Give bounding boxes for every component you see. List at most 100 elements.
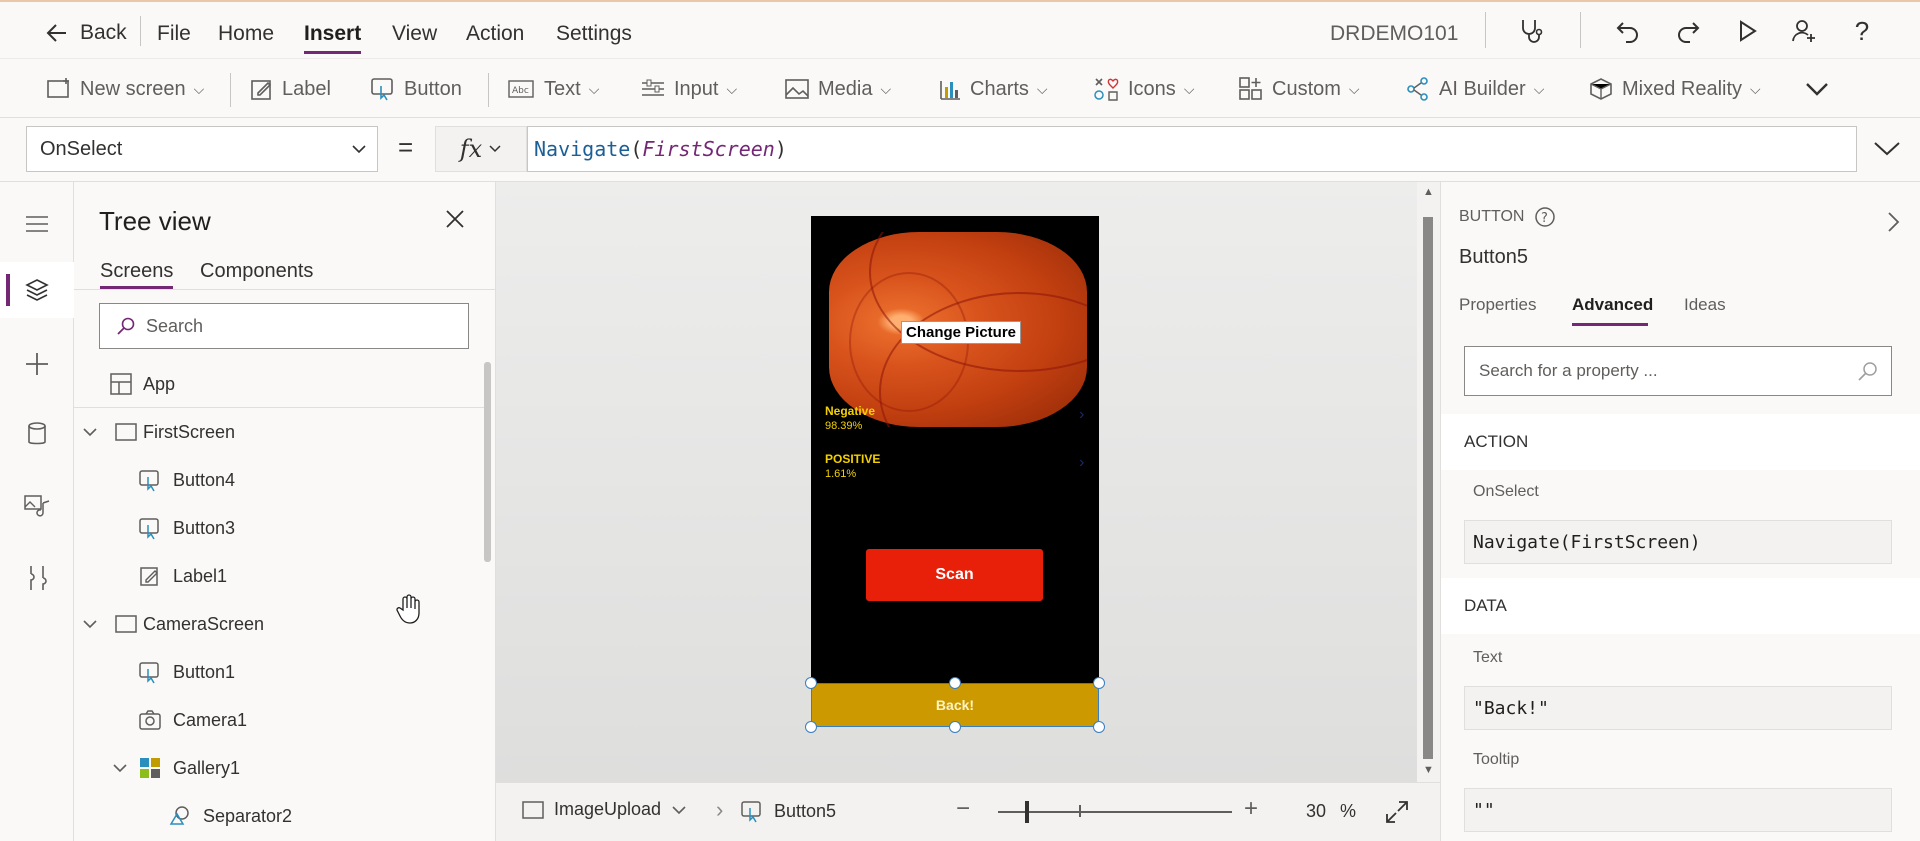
resize-handle[interactable] xyxy=(805,721,817,733)
tree-node-firstscreen[interactable]: FirstScreen xyxy=(74,409,474,455)
tree-node-app[interactable]: App xyxy=(74,361,474,407)
tree-view-layers-icon[interactable] xyxy=(0,262,74,318)
zoom-in-button[interactable]: + xyxy=(1244,795,1258,823)
menu-action[interactable]: Action xyxy=(466,22,524,46)
insert-label-button[interactable]: Label xyxy=(250,73,331,105)
new-screen-button[interactable]: New screen ⌵ xyxy=(46,73,204,105)
zoom-out-button[interactable]: − xyxy=(956,795,970,823)
canvas-vertical-scrollbar[interactable]: ▲ ▼ xyxy=(1417,182,1440,782)
tree-node-button3[interactable]: Button3 xyxy=(74,505,474,551)
undo-icon[interactable] xyxy=(1611,14,1645,48)
tab-properties[interactable]: Properties xyxy=(1459,295,1536,315)
canvas-status-bar: ImageUpload › Button5 − + 30 % xyxy=(496,782,1440,841)
scroll-up-icon[interactable]: ▲ xyxy=(1423,186,1434,198)
chevron-down-icon[interactable] xyxy=(82,618,98,630)
close-tree-view-button[interactable] xyxy=(444,208,466,235)
play-preview-icon[interactable] xyxy=(1730,14,1764,48)
tree-scrollbar[interactable] xyxy=(484,362,491,562)
menu-home[interactable]: Home xyxy=(218,22,274,46)
fx-function-button[interactable]: fx xyxy=(435,126,527,172)
insert-button-button[interactable]: Button xyxy=(370,73,462,105)
resize-handle[interactable] xyxy=(1093,721,1105,733)
back-button[interactable]: Back xyxy=(44,20,127,46)
control-name[interactable]: Button5 xyxy=(1459,246,1528,269)
scrollbar-thumb[interactable] xyxy=(1423,217,1433,759)
input-menu-button[interactable]: Input ⌵ xyxy=(640,73,737,105)
share-user-icon[interactable] xyxy=(1787,14,1821,48)
tree-node-label1[interactable]: Label1 xyxy=(74,553,474,599)
charts-menu-button[interactable]: Charts ⌵ xyxy=(938,73,1048,105)
redo-icon[interactable] xyxy=(1671,14,1705,48)
control-type-row: BUTTON ? xyxy=(1459,206,1556,228)
svg-text:?: ? xyxy=(1541,211,1548,226)
label-label: Label xyxy=(282,77,331,100)
custom-menu-button[interactable]: Custom ⌵ xyxy=(1238,73,1360,105)
tab-ideas[interactable]: Ideas xyxy=(1684,295,1726,315)
resize-handle[interactable] xyxy=(949,721,961,733)
help-icon[interactable]: ? xyxy=(1845,14,1879,48)
menu-insert[interactable]: Insert xyxy=(304,22,362,54)
resize-handle[interactable] xyxy=(1093,677,1105,689)
tab-advanced[interactable]: Advanced xyxy=(1572,295,1653,315)
tree-node-separator2[interactable]: Separator2 xyxy=(74,793,474,839)
formula-open-paren: ( xyxy=(630,137,643,161)
text-menu-button[interactable]: Abc Text ⌵ xyxy=(508,73,599,105)
tree-search-input[interactable]: Search xyxy=(99,303,469,349)
tree-node-label: FirstScreen xyxy=(143,421,236,442)
menu-settings[interactable]: Settings xyxy=(556,22,632,46)
chevron-down-icon[interactable] xyxy=(112,762,128,774)
zoom-slider-thumb[interactable] xyxy=(1025,801,1030,823)
divider xyxy=(1580,12,1581,48)
expand-formula-button[interactable] xyxy=(1872,136,1902,165)
tree-node-label: Label1 xyxy=(173,565,228,586)
onselect-property-input[interactable]: Navigate(FirstScreen) xyxy=(1464,520,1892,564)
menu-file[interactable]: File xyxy=(157,22,191,46)
chevron-down-icon xyxy=(1874,142,1900,156)
advanced-tools-icon[interactable] xyxy=(0,550,74,606)
divider xyxy=(140,16,141,46)
tree-node-gallery1[interactable]: Gallery1 xyxy=(74,745,474,791)
scroll-down-icon[interactable]: ▼ xyxy=(1423,764,1434,776)
tree-node-button4[interactable]: Button4 xyxy=(74,457,474,503)
app-checker-stethoscope-icon[interactable] xyxy=(1513,14,1547,48)
selected-control-breadcrumb[interactable]: Button5 xyxy=(740,799,836,823)
property-search-input[interactable]: Search for a property ... xyxy=(1464,346,1892,396)
tab-screens[interactable]: Screens xyxy=(100,260,174,289)
bar-chart-icon xyxy=(940,81,960,100)
media-menu-button[interactable]: Media ⌵ xyxy=(784,73,891,105)
label-control-icon xyxy=(140,567,158,586)
screen-selector-dropdown[interactable]: ImageUpload xyxy=(522,799,687,820)
property-dropdown-value: OnSelect xyxy=(40,137,123,160)
ribbon-more-button[interactable] xyxy=(1804,73,1830,105)
resize-handle[interactable] xyxy=(805,677,817,689)
icons-menu-button[interactable]: Icons ⌵ xyxy=(1092,73,1194,105)
collapse-panel-button[interactable] xyxy=(1885,210,1901,239)
property-dropdown[interactable]: OnSelect xyxy=(26,126,378,172)
zoom-value[interactable]: 30 xyxy=(1306,801,1326,822)
ai-builder-menu-button[interactable]: AI Builder ⌵ xyxy=(1405,73,1544,105)
menu-view[interactable]: View xyxy=(392,22,437,46)
data-database-icon[interactable] xyxy=(0,406,74,462)
chevron-down-icon[interactable] xyxy=(82,426,98,438)
insert-plus-icon[interactable] xyxy=(0,336,74,392)
help-circle-icon[interactable]: ? xyxy=(1534,206,1556,228)
formula-input[interactable]: Navigate(FirstScreen) xyxy=(527,126,1857,172)
tree-node-camera1[interactable]: Camera1 xyxy=(74,697,474,743)
chevron-down-icon: ⌵ xyxy=(1533,80,1545,97)
tooltip-property-input[interactable]: "" xyxy=(1464,788,1892,832)
tab-components[interactable]: Components xyxy=(200,260,313,283)
design-canvas[interactable]: Change Picture Negative 98.39% › POSITIV… xyxy=(496,182,1440,782)
zoom-slider-track[interactable] xyxy=(998,811,1232,813)
mixed-reality-menu-button[interactable]: Mixed Reality ⌵ xyxy=(1588,73,1761,105)
resize-handle[interactable] xyxy=(949,677,961,689)
text-property-input[interactable]: "Back!" xyxy=(1464,686,1892,730)
scan-button[interactable]: Scan xyxy=(866,549,1043,601)
divider xyxy=(230,73,231,107)
tree-node-button1[interactable]: Button1 xyxy=(74,649,474,695)
hamburger-menu-icon[interactable] xyxy=(0,196,74,252)
app-icon xyxy=(110,373,132,395)
fit-to-window-button[interactable] xyxy=(1384,799,1410,830)
ai-builder-icon xyxy=(1407,77,1428,101)
media-icon[interactable] xyxy=(0,478,74,534)
change-picture-button[interactable]: Change Picture xyxy=(901,321,1022,344)
